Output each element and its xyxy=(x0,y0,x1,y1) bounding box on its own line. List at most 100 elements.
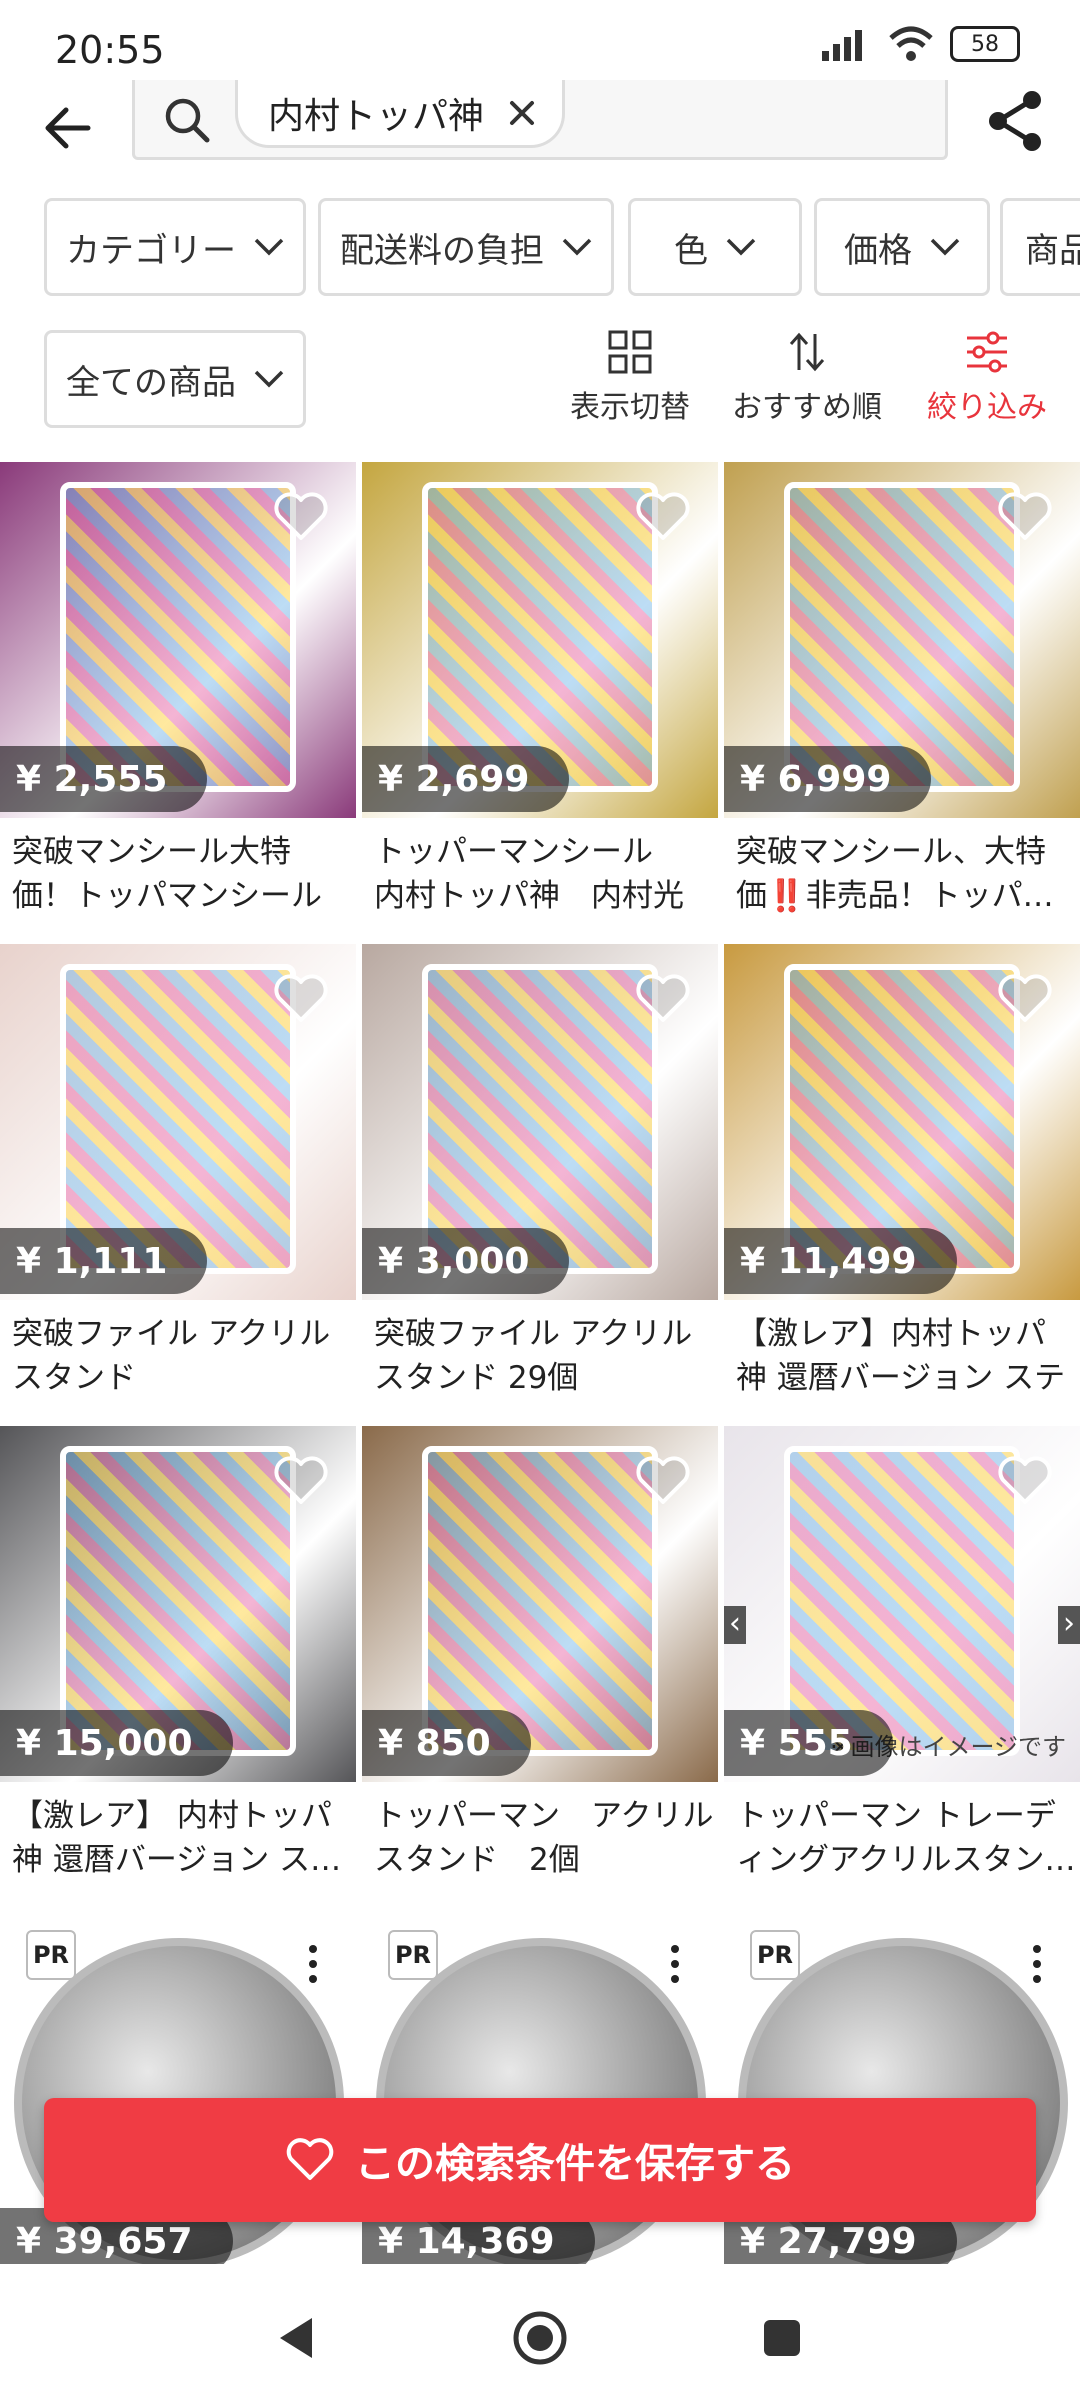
more-options-icon[interactable] xyxy=(1032,1944,1042,1984)
filter-all-items-button[interactable]: 全ての商品 xyxy=(44,330,306,428)
product-image[interactable]: ¥ 6,999 xyxy=(724,462,1080,818)
favorite-heart-icon[interactable] xyxy=(272,490,330,542)
product-card[interactable]: ¥ 11,499 【激レア】内村トッパ神 還暦バージョン ステッ… xyxy=(724,944,1080,1414)
refine-button[interactable]: 絞り込み xyxy=(912,330,1062,430)
view-toggle-label: 表示切替 xyxy=(570,390,690,425)
save-search-label: この検索条件を保存する xyxy=(355,2141,795,2187)
filter-icon xyxy=(967,331,1007,373)
product-title[interactable]: トッパーマンシール 内村トッパ神 内村光良 xyxy=(374,830,714,918)
sort-label: おすすめ順 xyxy=(732,390,882,425)
view-toggle-button[interactable]: 表示切替 xyxy=(555,330,705,430)
top-bar: 内村トッパ神 xyxy=(0,80,1080,180)
filter-shipping-button[interactable]: 配送料の負担 xyxy=(318,198,614,296)
carousel-left-arrow-icon[interactable]: ‹ xyxy=(724,1606,746,1644)
back-arrow-icon[interactable] xyxy=(38,98,98,158)
signal-icon xyxy=(822,30,862,61)
toolbar-row: 全ての商品 表示切替 おすすめ順 絞り込み xyxy=(0,330,1080,430)
clear-search-icon[interactable] xyxy=(508,99,536,127)
carousel-right-arrow-icon[interactable]: › xyxy=(1058,1606,1080,1644)
product-title[interactable]: 突破マンシール大特価！トッパマンシール xyxy=(12,830,352,918)
save-search-button[interactable]: この検索条件を保存する xyxy=(44,2098,1036,2222)
product-price: ¥ 11,499 xyxy=(724,1228,957,1294)
product-price: ¥ 2,555 xyxy=(0,746,208,812)
share-icon[interactable] xyxy=(980,86,1050,156)
product-image[interactable]: ¥ 850 xyxy=(362,1426,718,1782)
filter-color-button[interactable]: 色 xyxy=(628,198,802,296)
product-price: ¥ 850 xyxy=(362,1710,531,1776)
search-box[interactable]: 内村トッパ神 xyxy=(132,80,948,160)
more-options-icon[interactable] xyxy=(670,1944,680,1984)
filter-label: 商品 xyxy=(1025,230,1080,271)
product-card[interactable]: ¥ 1,111 突破ファイル アクリル スタンド xyxy=(0,944,356,1414)
product-price: ¥ 15,000 xyxy=(0,1710,233,1776)
favorite-heart-icon[interactable] xyxy=(634,1454,692,1506)
product-image[interactable]: ¥ 3,000 xyxy=(362,944,718,1300)
filter-label: カテゴリー xyxy=(66,230,236,271)
product-price: ¥ 2,699 xyxy=(362,746,570,812)
sort-button[interactable]: おすすめ順 xyxy=(732,330,882,430)
chevron-down-icon xyxy=(254,370,284,388)
chevron-down-icon xyxy=(254,238,284,256)
more-options-icon[interactable] xyxy=(308,1944,318,1984)
product-card[interactable]: ※画像はイメージです ¥ 555 トッパーマン トレーディングアクリルスタン… xyxy=(724,1426,1080,1896)
product-title[interactable]: 【激レア】 内村トッパ神 還暦バージョン ス… xyxy=(12,1794,352,1882)
filter-category-button[interactable]: カテゴリー xyxy=(44,198,306,296)
status-icons: 58 xyxy=(822,26,1020,62)
product-price: ¥ 3,000 xyxy=(362,1228,570,1294)
grid-view-icon xyxy=(608,330,652,374)
product-image[interactable]: ¥ 15,000 xyxy=(0,1426,356,1782)
back-triangle-icon[interactable] xyxy=(268,2308,328,2368)
product-title[interactable]: トッパーマン トレーディングアクリルスタン… xyxy=(736,1794,1076,1882)
product-price: ¥ 6,999 xyxy=(724,746,932,812)
product-title[interactable]: 突破ファイル アクリル スタンド 29個 xyxy=(374,1312,714,1400)
product-image[interactable]: ¥ 11,499 xyxy=(724,944,1080,1300)
refine-label: 絞り込み xyxy=(927,390,1047,425)
filter-label: 色 xyxy=(674,230,708,271)
favorite-heart-icon[interactable] xyxy=(634,972,692,1024)
search-icon xyxy=(165,98,210,143)
product-image[interactable]: ※画像はイメージです ¥ 555 xyxy=(724,1426,1080,1782)
filter-label: 価格 xyxy=(844,230,912,271)
status-time: 20:55 xyxy=(55,28,165,72)
product-image[interactable]: ¥ 2,699 xyxy=(362,462,718,818)
chevron-down-icon xyxy=(562,238,592,256)
product-card[interactable]: ¥ 850 トッパーマン アクリル スタンド 2個 xyxy=(362,1426,718,1896)
favorite-heart-icon[interactable] xyxy=(272,1454,330,1506)
favorite-heart-icon[interactable] xyxy=(272,972,330,1024)
product-title[interactable]: 【激レア】内村トッパ神 還暦バージョン ステッ… xyxy=(736,1312,1076,1400)
recents-square-icon[interactable] xyxy=(752,2308,812,2368)
product-card[interactable]: ¥ 2,555 突破マンシール大特価！トッパマンシール xyxy=(0,462,356,932)
product-card[interactable]: ¥ 2,699 トッパーマンシール 内村トッパ神 内村光良 xyxy=(362,462,718,932)
search-query-chip[interactable]: 内村トッパ神 xyxy=(235,80,566,148)
pr-badge: PR xyxy=(750,1930,800,1980)
product-card[interactable]: ¥ 15,000 【激レア】 内村トッパ神 還暦バージョン ス… xyxy=(0,1426,356,1896)
product-card[interactable]: ¥ 6,999 突破マンシール、大特価‼️非売品！トッパ… xyxy=(724,462,1080,932)
product-title[interactable]: トッパーマン アクリル スタンド 2個 xyxy=(374,1794,714,1882)
product-price: ¥ 1,111 xyxy=(0,1228,208,1294)
favorite-heart-icon[interactable] xyxy=(996,1454,1054,1506)
filter-price-button[interactable]: 価格 xyxy=(814,198,990,296)
product-title[interactable]: 突破マンシール、大特価‼️非売品！トッパ… xyxy=(736,830,1076,918)
battery-indicator: 58 xyxy=(950,26,1020,62)
product-title[interactable]: 突破ファイル アクリル スタンド xyxy=(12,1312,352,1400)
home-circle-icon[interactable] xyxy=(510,2308,570,2368)
wifi-icon xyxy=(889,26,933,61)
product-card[interactable]: ¥ 3,000 突破ファイル アクリル スタンド 29個 xyxy=(362,944,718,1414)
favorite-heart-icon[interactable] xyxy=(996,972,1054,1024)
filter-label: 全ての商品 xyxy=(66,362,236,403)
filter-item-button[interactable]: 商品 xyxy=(1000,198,1080,296)
favorite-heart-icon[interactable] xyxy=(996,490,1054,542)
system-nav-bar xyxy=(0,2268,1080,2400)
product-image[interactable]: ¥ 2,555 xyxy=(0,462,356,818)
chevron-down-icon xyxy=(930,238,960,256)
status-bar: 20:55 58 xyxy=(0,0,1080,80)
favorite-heart-icon[interactable] xyxy=(634,490,692,542)
pr-badge: PR xyxy=(388,1930,438,1980)
product-price: ¥ 555 xyxy=(724,1710,893,1776)
filter-label: 配送料の負担 xyxy=(340,230,544,271)
filter-bar: カテゴリー 配送料の負担 色 価格 商品 xyxy=(0,198,1080,298)
pr-badge: PR xyxy=(26,1930,76,1980)
search-query-text: 内村トッパ神 xyxy=(268,95,485,137)
product-image[interactable]: ¥ 1,111 xyxy=(0,944,356,1300)
heart-outline-icon xyxy=(286,2138,334,2180)
